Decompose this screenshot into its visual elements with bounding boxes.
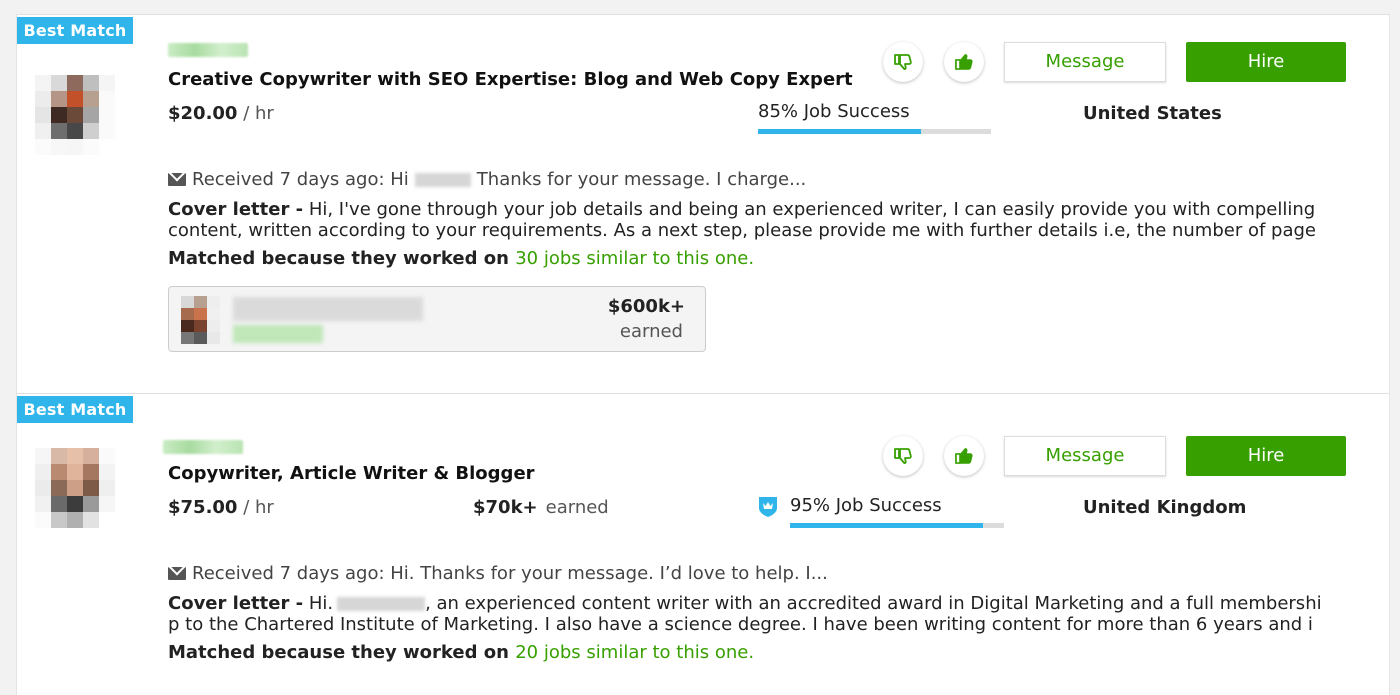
hourly-rate: $75.00 / hr <box>168 497 274 518</box>
dislike-button[interactable] <box>883 436 923 476</box>
similar-jobs-link[interactable]: 30 jobs similar to this one. <box>515 248 754 269</box>
thumbs-down-icon <box>894 448 912 464</box>
job-success-label: 85% Job Success <box>758 101 910 122</box>
received-message[interactable]: Received 7 days ago: Hi. Thanks for your… <box>168 563 828 584</box>
like-button[interactable] <box>944 42 984 82</box>
received-message[interactable]: Received 7 days ago: Hi Thanks for your … <box>168 169 806 190</box>
matched-prefix: Matched because they worked on <box>168 642 509 663</box>
profile-title[interactable]: Creative Copywriter with SEO Expertise: … <box>168 69 853 90</box>
freelancer-name-blurred[interactable] <box>163 440 243 454</box>
country: United States <box>1083 103 1222 124</box>
rate-amount: $20.00 <box>168 103 238 124</box>
profile-title[interactable]: Copywriter, Article Writer & Blogger <box>168 463 535 484</box>
client-name-blurred <box>414 172 471 187</box>
rate-amount: $75.00 <box>168 497 238 518</box>
cover-letter-text: , an experienced content writer with an … <box>425 593 1322 614</box>
earned-label: earned <box>545 497 609 518</box>
cover-letter-text-line2: p to the Chartered Institute of Marketin… <box>168 614 1313 635</box>
rate-unit: / hr <box>243 103 274 124</box>
earned-label: earned <box>619 321 683 342</box>
freelancer-name-blurred[interactable] <box>168 43 248 57</box>
avatar[interactable] <box>35 448 115 528</box>
hourly-rate: $20.00 / hr <box>168 103 274 124</box>
earned-amount: $70k+ <box>473 497 538 518</box>
freelancer-card: Best Match Copywriter, Article Writer & … <box>17 394 1389 694</box>
best-match-badge: Best Match <box>17 17 133 44</box>
total-earned: $70k+ earned <box>473 497 609 518</box>
job-success-bar-fill <box>758 129 922 134</box>
freelancer-card: Best Match Creative Copywriter with SEO … <box>17 15 1389 394</box>
envelope-icon <box>168 567 186 580</box>
received-preview: Received 7 days ago: Hi. Thanks for your… <box>192 563 828 584</box>
agency-subtitle-blurred <box>233 325 323 343</box>
top-rated-icon <box>759 497 777 517</box>
job-success-bar <box>758 129 991 134</box>
thumbs-down-icon <box>894 54 912 70</box>
thumbs-up-icon <box>955 448 973 464</box>
matched-reason: Matched because they worked on 30 jobs s… <box>168 248 754 269</box>
hire-button[interactable]: Hire <box>1186 436 1346 476</box>
message-button[interactable]: Message <box>1004 42 1166 82</box>
job-success-bar-fill <box>790 523 983 528</box>
received-preview: Thanks for your message. I charge... <box>476 169 807 190</box>
cover-letter[interactable]: Cover letter - Hi, I've gone through you… <box>168 199 1353 241</box>
similar-jobs-link[interactable]: 20 jobs similar to this one. <box>515 642 754 663</box>
rate-unit: / hr <box>243 497 274 518</box>
dislike-button[interactable] <box>883 42 923 82</box>
cover-letter-text: Hi, I've gone through your job details a… <box>168 199 1316 241</box>
hire-button[interactable]: Hire <box>1186 42 1346 82</box>
envelope-icon <box>168 173 186 186</box>
country: United Kingdom <box>1083 497 1247 518</box>
cover-letter-greeting: Hi. <box>308 593 334 614</box>
thumbs-up-icon <box>955 54 973 70</box>
agency-name-blurred <box>233 297 423 321</box>
received-prefix: Received 7 days ago: Hi <box>192 169 409 190</box>
cover-letter-label: Cover letter - <box>168 593 304 614</box>
freelancer-name-blurred <box>337 597 426 611</box>
best-match-badge: Best Match <box>17 396 133 423</box>
cover-letter[interactable]: Cover letter - Hi. , an experienced conte… <box>168 593 1353 635</box>
matched-prefix: Matched because they worked on <box>168 248 509 269</box>
message-button[interactable]: Message <box>1004 436 1166 476</box>
cover-letter-label: Cover letter - <box>168 199 304 220</box>
agency-earnings-box[interactable]: $600k+ earned <box>168 286 706 352</box>
like-button[interactable] <box>944 436 984 476</box>
matched-reason: Matched because they worked on 20 jobs s… <box>168 642 754 663</box>
earned-amount: $600k+ <box>607 296 685 317</box>
agency-avatar <box>181 296 221 346</box>
avatar[interactable] <box>35 75 115 155</box>
job-success-label: 95% Job Success <box>790 495 942 516</box>
results-panel: Best Match Creative Copywriter with SEO … <box>16 14 1390 695</box>
job-success-bar <box>790 523 1004 528</box>
